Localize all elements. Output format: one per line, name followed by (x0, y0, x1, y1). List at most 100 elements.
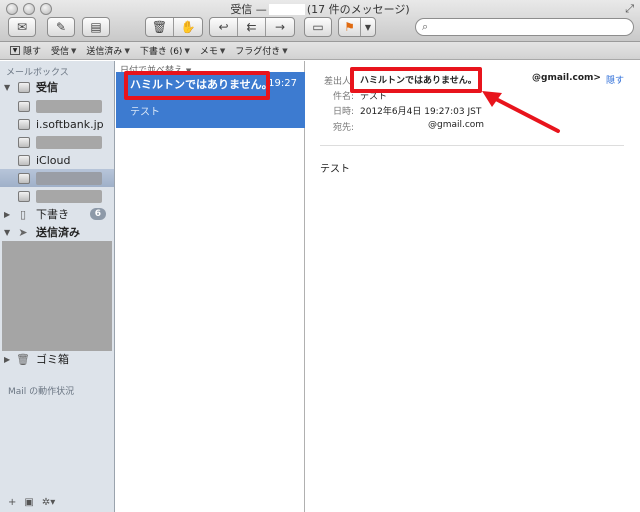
sidebar-item-label: i.softbank.jp (36, 117, 104, 131)
forward-icon: → (274, 20, 286, 34)
sidebar-heading: メールボックス (6, 68, 69, 78)
sidebar-item-label: ゴミ箱 (36, 353, 69, 366)
compose-button[interactable]: ✎ (47, 17, 75, 37)
reply-all-icon: ⇇ (246, 20, 257, 34)
mail-activity-label: Mail の動作状況 (8, 387, 75, 397)
redacted-sent-accounts (2, 241, 112, 351)
sidebar-item-account-1[interactable] (0, 97, 114, 115)
redacted-account (36, 189, 102, 203)
sidebar-item-account-6[interactable] (0, 187, 114, 205)
search-field[interactable]: ⌕ (415, 18, 634, 36)
reply-icon: ↩ (218, 20, 229, 34)
inbox-icon (18, 154, 30, 166)
disclosure-open-icon[interactable]: ▼ (4, 228, 14, 237)
fav-sent[interactable]: 送信済み ▼ (86, 44, 130, 58)
disclosure-closed-icon[interactable]: ▶ (4, 355, 14, 364)
fav-notes[interactable]: メモ ▼ (199, 44, 225, 58)
window-toolbar: 受信 — (17 件のメッセージ) ⤢ ✉ ✎ ▤ 🗑 ✋ ↩ ⇇ → ▭ ⚑ ▼… (0, 0, 640, 42)
red-highlight-box (124, 71, 270, 100)
redacted-account (36, 171, 102, 185)
disclosure-open-icon[interactable]: ▼ (4, 83, 14, 92)
redacted-account (36, 99, 102, 113)
show-hide-activity-button[interactable]: ▣ (24, 497, 33, 508)
message-list: 日付で並べ替え ▼ ハミルトンではありません。 19:27 テスト (116, 61, 305, 512)
hide-mailboxes-button[interactable]: ▼ 隠す (10, 44, 41, 57)
reply-button[interactable]: ↩ (210, 18, 238, 36)
document-icon: ▯ (19, 207, 27, 221)
chevron-down-icon: ▼ (282, 46, 288, 55)
sidebar-item-drafts[interactable]: ▶ ▯ 下書き 6 (0, 205, 114, 223)
sidebar-item-sent[interactable]: ▼ ➤ 送信済み (0, 223, 114, 241)
inbox-icon (18, 100, 30, 112)
chevron-down-icon: ▼ (364, 22, 372, 32)
message-time: 19:27 (268, 78, 297, 89)
forward-button[interactable]: → (266, 18, 294, 36)
trash-icon: 🗑 (16, 352, 30, 366)
disclosure-closed-icon[interactable]: ▶ (4, 210, 14, 219)
sidebar-item-label: 下書き (36, 208, 69, 221)
fav-drafts[interactable]: 下書き (6) ▼ (139, 44, 190, 58)
message-body: テスト (320, 164, 350, 175)
chevron-down-icon: ▼ (184, 46, 190, 55)
message-preview: テスト (130, 107, 160, 118)
window-title-prefix: 受信 — (230, 3, 267, 16)
red-arrow-annotation (482, 91, 560, 133)
redacted-mailbox-name (268, 4, 305, 15)
chevron-down-icon: ▼ (124, 46, 130, 55)
sidebar-item-inbox[interactable]: ▼ 受信 (0, 78, 114, 96)
fav-label: フラグ付き (235, 47, 281, 57)
sidebar-footer: + ▣ ✲▾ (0, 492, 114, 512)
archive-button[interactable]: ▭ (304, 17, 332, 37)
fav-label: 受信 (51, 47, 70, 57)
delete-button[interactable]: 🗑 (146, 18, 174, 36)
compose-icon: ✎ (55, 20, 67, 34)
archive-icon: ▭ (312, 20, 324, 34)
fav-label: メモ (199, 47, 218, 57)
window-title: 受信 — (17 件のメッセージ) (0, 1, 640, 17)
flag-menu-button[interactable]: ▼ (361, 18, 375, 36)
inbox-icon (18, 172, 30, 184)
mailbox-sidebar: メールボックス ▼ 受信 i.softbank.jp iCloud ▶ ▯ 下書… (0, 61, 115, 512)
inbox-icon (18, 81, 30, 93)
fav-label: 送信済み (86, 47, 123, 57)
gear-icon[interactable]: ✲▾ (42, 497, 55, 508)
arrow-shaft (490, 95, 560, 133)
note-icon: ▤ (90, 20, 102, 34)
flag-button[interactable]: ⚑ (339, 18, 361, 36)
get-mail-button[interactable]: ✉ (8, 17, 36, 37)
search-icon: ⌕ (422, 20, 429, 33)
window-title-suffix: (17 件のメッセージ) (306, 3, 410, 16)
junk-button[interactable]: ✋ (174, 18, 202, 36)
sidebar-item-label: 受信 (36, 81, 58, 94)
envelope-icon: ✉ (16, 20, 28, 34)
chevron-down-icon: ▼ (71, 46, 77, 55)
redacted-account (36, 135, 102, 149)
reply-all-button[interactable]: ⇇ (238, 18, 266, 36)
reply-group: ↩ ⇇ → (209, 17, 295, 37)
new-note-button[interactable]: ▤ (82, 17, 110, 37)
sidebar-item-account-3[interactable] (0, 133, 114, 151)
inbox-icon (18, 190, 30, 202)
sidebar-item-label: 送信済み (36, 226, 80, 239)
hide-label: 隠す (23, 47, 42, 57)
paper-plane-icon: ➤ (18, 225, 28, 239)
add-mailbox-button[interactable]: + (8, 497, 16, 508)
sidebar-item-icloud[interactable]: iCloud (0, 151, 114, 169)
fav-inbox[interactable]: 受信 ▼ (51, 44, 77, 58)
sidebar-item-trash[interactable]: ▶ 🗑 ゴミ箱 (0, 350, 114, 368)
trash-icon: 🗑 (151, 20, 168, 34)
fullscreen-icon[interactable]: ⤢ (625, 2, 634, 16)
inbox-icon (18, 136, 30, 148)
search-input[interactable] (436, 20, 626, 34)
hide-icon: ▼ (10, 46, 20, 55)
sidebar-item-account-5[interactable] (0, 169, 114, 187)
junk-icon: ✋ (180, 20, 196, 34)
flag-icon: ⚑ (344, 20, 355, 34)
delete-junk-group: 🗑 ✋ (145, 17, 203, 37)
flag-group: ⚑ ▼ (338, 17, 376, 37)
fav-label: 下書き (6) (139, 47, 183, 57)
message-viewer: 差出人: ハミルトンではありません。 @gmail.com> 隠す 件名: テス… (306, 61, 640, 512)
sidebar-item-label: iCloud (36, 153, 71, 167)
sidebar-item-softbank[interactable]: i.softbank.jp (0, 115, 114, 133)
fav-flagged[interactable]: フラグ付き ▼ (235, 44, 288, 58)
